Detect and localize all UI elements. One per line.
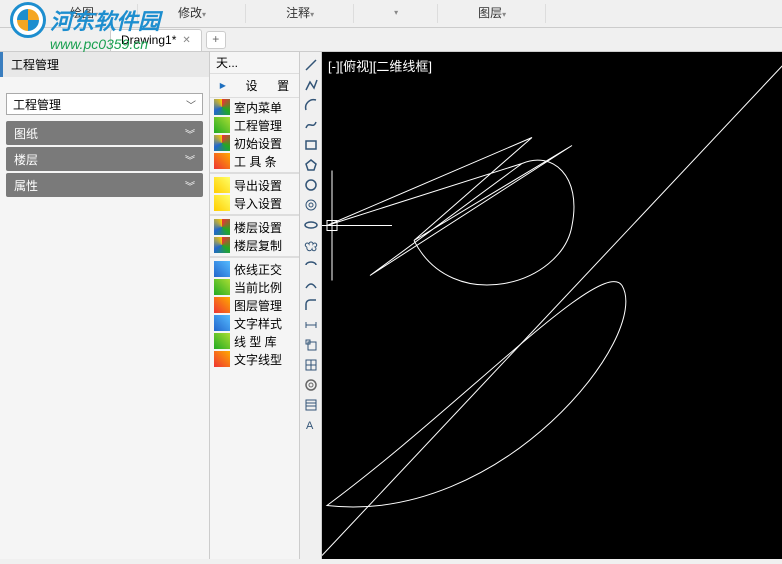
new-tab-button[interactable]: +	[206, 31, 226, 49]
chevron-icon: ︾	[185, 152, 195, 167]
chevron-down-icon: ﹀	[186, 97, 196, 112]
palette-item-icon	[214, 279, 230, 295]
palette-item[interactable]: 室内菜单	[210, 98, 299, 116]
palette-item-label: 文字线型	[234, 351, 282, 368]
triangle-icon[interactable]: ▶	[220, 81, 226, 90]
palette-item-label: 图层管理	[234, 297, 282, 314]
palette-item[interactable]: 楼层复制	[210, 236, 299, 254]
palette-item[interactable]: 工 具 条	[210, 152, 299, 170]
command-palette: 天... ▶ 设 置 室内菜单工程管理初始设置工 具 条导出设置导入设置楼层设置…	[210, 52, 300, 559]
tool-cloud-icon[interactable]	[302, 236, 320, 254]
palette-item[interactable]: 工程管理	[210, 116, 299, 134]
palette-item[interactable]: 导出设置	[210, 176, 299, 194]
palette-item[interactable]: 导入设置	[210, 194, 299, 212]
ribbon-bar: 绘图▾ 修改▾ 注释▾ ▾ 图层▾	[0, 0, 782, 28]
ribbon-tab-annotate[interactable]: 注释▾	[246, 0, 354, 27]
palette-item-icon	[214, 153, 230, 169]
tool-line-icon[interactable]	[302, 56, 320, 74]
separator	[210, 256, 299, 258]
collapse-drawings[interactable]: 图纸 ︾	[6, 121, 203, 145]
crosshair-cursor	[322, 171, 392, 281]
tool-fillet-icon[interactable]	[302, 296, 320, 314]
palette-item-label: 工程管理	[234, 117, 282, 134]
palette-item[interactable]: 依线正交	[210, 260, 299, 278]
tool-arc-icon[interactable]	[302, 96, 320, 114]
palette-item-label: 工 具 条	[234, 153, 277, 170]
ribbon-tab-modify[interactable]: 修改▾	[138, 0, 246, 27]
project-dropdown[interactable]: 工程管理 ﹀	[6, 93, 203, 115]
palette-item[interactable]: 初始设置	[210, 134, 299, 152]
palette-item-label: 依线正交	[234, 261, 282, 278]
collapse-floors[interactable]: 楼层 ︾	[6, 147, 203, 171]
ribbon-tab-layer[interactable]: 图层▾	[438, 0, 546, 27]
close-icon[interactable]: ✕	[182, 35, 190, 46]
palette-btn-set[interactable]: 设	[246, 77, 258, 94]
document-tab-label: Drawing1*	[121, 33, 176, 47]
palette-item[interactable]: 楼层设置	[210, 218, 299, 236]
collapse-props[interactable]: 属性 ︾	[6, 173, 203, 197]
canvas-svg	[322, 52, 782, 559]
palette-item-icon	[214, 177, 230, 193]
tool-spline-icon[interactable]	[302, 116, 320, 134]
palette-item-label: 当前比例	[234, 279, 282, 296]
tool-table-icon[interactable]	[302, 396, 320, 414]
document-tab[interactable]: Drawing1* ✕	[110, 29, 202, 51]
palette-item-icon	[214, 351, 230, 367]
palette-item-icon	[214, 237, 230, 253]
palette-item-label: 室内菜单	[234, 99, 282, 116]
palette-item[interactable]: 文字样式	[210, 314, 299, 332]
palette-item-icon	[214, 99, 230, 115]
palette-item-label: 楼层复制	[234, 237, 282, 254]
palette-item-icon	[214, 315, 230, 331]
palette-item[interactable]: 文字线型	[210, 350, 299, 368]
palette-item-label: 文字样式	[234, 315, 282, 332]
palette-btn-align[interactable]: 置	[277, 77, 289, 94]
tool-grid-icon[interactable]	[302, 356, 320, 374]
tool-scale-icon[interactable]	[302, 336, 320, 354]
palette-item-label: 线 型 库	[234, 333, 277, 350]
chevron-icon: ︾	[185, 178, 195, 193]
palette-item-icon	[214, 195, 230, 211]
tool-circle-icon[interactable]	[302, 176, 320, 194]
tool-rect-icon[interactable]	[302, 136, 320, 154]
tool-ellipse-icon[interactable]	[302, 216, 320, 234]
palette-item-label: 导入设置	[234, 195, 282, 212]
palette-item[interactable]: 线 型 库	[210, 332, 299, 350]
project-panel: 工程管理 工程管理 ﹀ 图纸 ︾ 楼层 ︾ 属性 ︾	[0, 52, 210, 559]
tool-dim-icon[interactable]	[302, 316, 320, 334]
ribbon-tab-draw[interactable]: 绘图▾	[0, 0, 138, 27]
chevron-icon: ︾	[185, 126, 195, 141]
drawing-canvas[interactable]: [-][俯视][二维线框]	[322, 52, 782, 559]
view-label: [-][俯视][二维线框]	[328, 56, 432, 75]
palette-item-icon	[214, 117, 230, 133]
palette-item[interactable]: 当前比例	[210, 278, 299, 296]
palette-item-icon	[214, 135, 230, 151]
tool-sweep-icon[interactable]	[302, 276, 320, 294]
tool-poly-icon[interactable]	[302, 156, 320, 174]
palette-item-label: 楼层设置	[234, 219, 282, 236]
palette-item-label: 导出设置	[234, 177, 282, 194]
separator	[210, 172, 299, 174]
document-tab-strip: Drawing1* ✕ +	[0, 28, 782, 52]
palette-item[interactable]: 图层管理	[210, 296, 299, 314]
palette-item-icon	[214, 219, 230, 235]
separator	[210, 214, 299, 216]
palette-item-icon	[214, 261, 230, 277]
palette-item-icon	[214, 333, 230, 349]
draw-tool-strip: A	[300, 52, 322, 559]
ribbon-tab-blank[interactable]: ▾	[354, 0, 438, 27]
palette-header: 天...	[210, 52, 299, 74]
palette-item-label: 初始设置	[234, 135, 282, 152]
panel-title: 工程管理	[0, 52, 209, 77]
tool-pline-icon[interactable]	[302, 76, 320, 94]
tool-text-icon[interactable]: A	[302, 416, 320, 434]
tool-earc-icon[interactable]	[302, 256, 320, 274]
tool-donut-icon[interactable]	[302, 196, 320, 214]
palette-item-icon	[214, 297, 230, 313]
svg-text:A: A	[306, 420, 314, 432]
tool-cam-icon[interactable]	[302, 376, 320, 394]
